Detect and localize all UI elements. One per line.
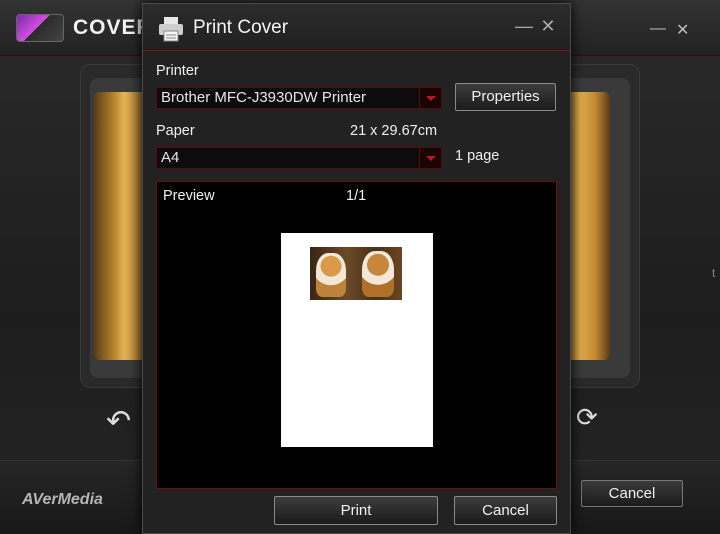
app-logo-icon [16, 14, 64, 42]
dialog-close-button[interactable]: ✕ [540, 16, 556, 37]
preview-photo-thumbnail [310, 247, 402, 300]
dialog-title: Print Cover [193, 17, 289, 38]
print-button[interactable]: Print [274, 496, 438, 525]
chevron-down-icon[interactable] [419, 88, 441, 108]
app-close-button[interactable]: ✕ [676, 20, 689, 40]
page-count-text: 1 page [455, 148, 500, 164]
edge-text: t [712, 266, 716, 280]
photo-edge-left [94, 92, 144, 360]
printer-select-value: Brother MFC-J3930DW Printer [161, 89, 367, 106]
printer-select[interactable]: Brother MFC-J3930DW Printer [156, 87, 442, 109]
app-minimize-button[interactable]: — [650, 20, 666, 38]
printer-icon [159, 17, 183, 42]
preview-paper-sheet [281, 233, 433, 447]
brand-logo: AVerMedia [22, 491, 103, 508]
paper-select-value: A4 [161, 149, 180, 166]
preview-panel: Preview 1/1 [156, 181, 557, 489]
printer-label: Printer [156, 63, 199, 79]
paper-select[interactable]: A4 [156, 147, 442, 169]
preview-label: Preview [163, 188, 215, 204]
chevron-down-icon[interactable] [419, 148, 441, 168]
dialog-minimize-button[interactable]: — [515, 16, 533, 37]
dog-image-right [362, 251, 394, 297]
app-cancel-button[interactable]: Cancel [581, 480, 683, 507]
app-title: COVER [73, 16, 153, 39]
paper-label: Paper [156, 123, 195, 139]
undo-icon[interactable]: ↶ [106, 404, 131, 439]
cancel-button[interactable]: Cancel [454, 496, 557, 525]
rotate-icon[interactable]: ⟳ [576, 402, 598, 433]
paper-size-text: 21 x 29.67cm [350, 123, 438, 139]
properties-button[interactable]: Properties [455, 83, 556, 111]
print-cover-dialog: Print Cover — ✕ Printer Brother MFC-J393… [142, 3, 571, 534]
preview-page-number: 1/1 [346, 188, 367, 204]
dog-image-left [316, 253, 346, 297]
